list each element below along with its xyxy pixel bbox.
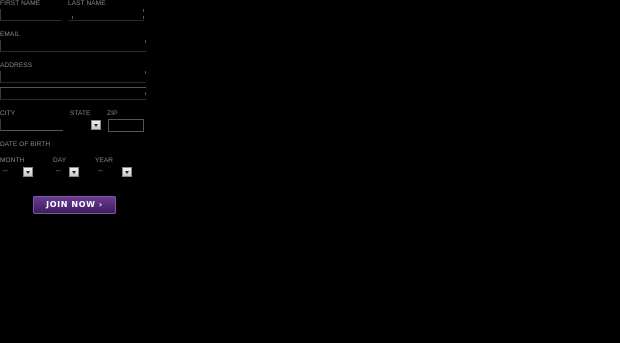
state-label: STATE	[70, 110, 91, 117]
city-label: CITY	[0, 110, 16, 117]
address-line-2-input[interactable]	[0, 88, 146, 100]
day-select[interactable]: --	[53, 166, 79, 178]
state-select[interactable]	[70, 119, 101, 131]
email-field[interactable]	[0, 40, 146, 52]
month-select-value: --	[3, 168, 8, 175]
last-name-input[interactable]	[68, 9, 144, 21]
month-label: MONTH	[0, 157, 25, 164]
join-now-button[interactable]: JOIN NOW ›	[33, 196, 116, 214]
year-select[interactable]: --	[95, 166, 132, 178]
address-field-edge	[145, 71, 146, 74]
month-select[interactable]: --	[0, 166, 33, 178]
year-label: YEAR	[95, 157, 114, 164]
address-line-1-input[interactable]	[0, 71, 146, 83]
first-name-label: FIRST NAME	[0, 0, 41, 7]
chevron-down-icon[interactable]	[69, 167, 79, 177]
last-name-field-edge	[143, 9, 144, 12]
last-name-field-edge-lower	[143, 16, 144, 19]
last-name-field-mark	[72, 16, 73, 19]
address-line-2-edge	[145, 92, 146, 95]
address-label: ADDRESS	[0, 62, 33, 69]
day-label: DAY	[53, 157, 67, 164]
last-name-label: LAST NAME	[68, 0, 106, 7]
email-label: EMAIL	[0, 31, 21, 38]
first-name-input[interactable]	[0, 9, 62, 21]
zip-input[interactable]	[108, 119, 144, 132]
city-input[interactable]	[0, 119, 63, 131]
year-select-value: --	[98, 168, 103, 175]
zip-label: ZIP	[107, 110, 118, 117]
chevron-down-icon[interactable]	[122, 167, 132, 177]
chevron-down-icon[interactable]	[23, 167, 33, 177]
chevron-down-icon[interactable]	[91, 120, 101, 130]
email-field-edge	[145, 40, 146, 43]
dob-label: DATE OF BIRTH	[0, 141, 51, 148]
day-select-value: --	[56, 168, 61, 175]
